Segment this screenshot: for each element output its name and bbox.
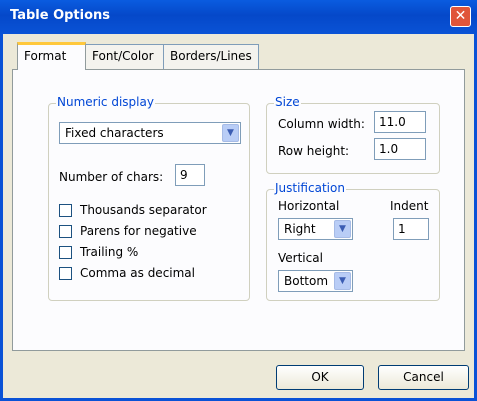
- thousands-separator-label: Thousands separator: [80, 203, 207, 217]
- indent-input[interactable]: 1: [393, 218, 429, 240]
- tab-label: Font/Color: [92, 49, 154, 63]
- comma-decimal-label: Comma as decimal: [80, 266, 195, 280]
- numeric-format-select[interactable]: Fixed characters ▼: [59, 122, 241, 144]
- row-height-input[interactable]: 1.0: [374, 138, 426, 160]
- window-title: Table Options: [10, 8, 111, 23]
- chevron-down-icon[interactable]: ▼: [334, 220, 351, 238]
- vertical-justification-select[interactable]: Bottom ▼: [278, 270, 353, 292]
- row-height-label: Row height:: [278, 144, 350, 158]
- num-chars-input[interactable]: 9: [175, 164, 205, 186]
- tab-panel: Numeric display Fixed characters ▼ Numbe…: [12, 69, 465, 351]
- tab-borders-lines[interactable]: Borders/Lines: [163, 44, 259, 69]
- cancel-button[interactable]: Cancel: [378, 365, 469, 390]
- vertical-justification-value: Bottom: [284, 274, 329, 288]
- trailing-percent-checkbox[interactable]: [59, 246, 72, 259]
- close-button[interactable]: ✕: [450, 6, 471, 27]
- close-icon: ✕: [454, 8, 467, 24]
- size-group-label: Size: [274, 95, 301, 109]
- parens-negative-label: Parens for negative: [80, 224, 197, 238]
- num-chars-label: Number of chars:: [59, 170, 164, 184]
- vertical-label: Vertical: [278, 251, 323, 265]
- numeric-display-group-label: Numeric display: [56, 95, 155, 109]
- justification-group-label: Justification: [274, 181, 346, 195]
- comma-decimal-checkbox[interactable]: [59, 267, 72, 280]
- thousands-separator-checkbox[interactable]: [59, 204, 72, 217]
- horizontal-justification-value: Right: [284, 222, 316, 236]
- parens-negative-checkbox[interactable]: [59, 225, 72, 238]
- chevron-down-icon[interactable]: ▼: [222, 124, 239, 142]
- tab-label: Format: [24, 49, 67, 63]
- tab-format[interactable]: Format: [17, 42, 86, 70]
- numeric-format-value: Fixed characters: [65, 126, 164, 140]
- horizontal-justification-select[interactable]: Right ▼: [278, 218, 353, 240]
- column-width-label: Column width:: [278, 117, 365, 131]
- indent-label: Indent: [390, 199, 429, 213]
- column-width-input[interactable]: 11.0: [374, 111, 426, 133]
- trailing-percent-label: Trailing %: [80, 245, 139, 259]
- tab-label: Borders/Lines: [170, 49, 252, 63]
- ok-button[interactable]: OK: [276, 365, 364, 390]
- tab-font-color[interactable]: Font/Color: [85, 44, 164, 69]
- horizontal-label: Horizontal: [278, 199, 340, 213]
- chevron-down-icon[interactable]: ▼: [334, 272, 351, 290]
